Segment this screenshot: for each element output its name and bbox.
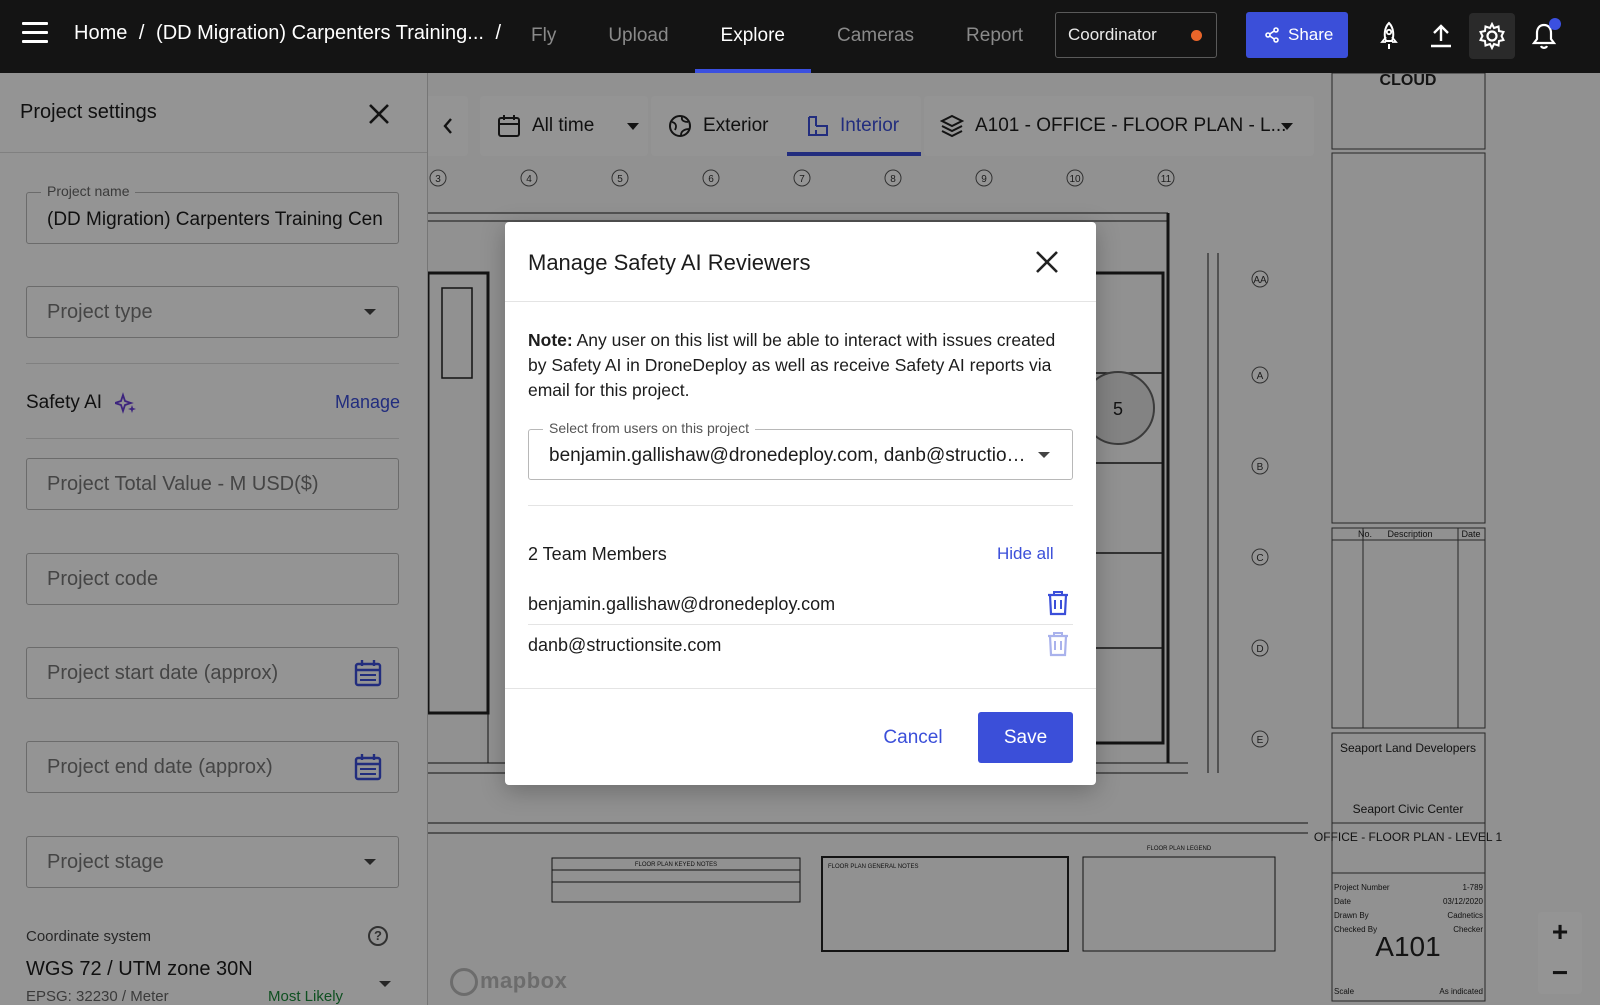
tab-report[interactable]: Report	[940, 0, 1049, 73]
breadcrumb-separator: /	[138, 22, 145, 44]
team-member-count: 2 Team Members	[528, 544, 667, 564]
member-email: benjamin.gallishaw@dronedeploy.com	[528, 594, 836, 614]
chevron-down-icon	[1038, 452, 1050, 458]
status-dot	[1191, 30, 1202, 41]
trash-icon[interactable]	[1046, 590, 1070, 616]
role-select[interactable]: Coordinator	[1055, 12, 1217, 58]
tab-explore[interactable]: Explore	[694, 0, 812, 73]
share-icon	[1265, 27, 1279, 43]
upload-icon[interactable]	[1418, 13, 1464, 59]
main-tabs: Fly Upload Explore Cameras Report	[505, 0, 1049, 73]
hamburger-menu-icon[interactable]	[22, 22, 48, 46]
divider	[528, 505, 1073, 506]
dialog-note: Note: Any user on this list will be able…	[528, 328, 1078, 403]
close-icon[interactable]	[1033, 248, 1061, 276]
trash-icon	[1048, 632, 1068, 657]
share-label: Share	[1288, 25, 1334, 44]
role-label: Coordinator	[1068, 25, 1157, 44]
list-item: benjamin.gallishaw@dronedeploy.com	[528, 584, 1073, 624]
dialog-title: Manage Safety AI Reviewers	[528, 250, 811, 275]
gear-icon[interactable]	[1469, 13, 1515, 59]
save-button[interactable]: Save	[978, 712, 1073, 763]
member-email: danb@structionsite.com	[528, 635, 722, 655]
breadcrumb-separator: /	[495, 22, 502, 44]
safety-ai-reviewers-dialog: Manage Safety AI Reviewers Note: Any use…	[505, 222, 1096, 785]
user-select-value: benjamin.gallishaw@dronedeploy.com, danb…	[549, 445, 1029, 466]
divider	[505, 688, 1096, 689]
breadcrumb-project[interactable]: (DD Migration) Carpenters Training...	[156, 22, 484, 44]
breadcrumb: Home / (DD Migration) Carpenters Trainin…	[74, 22, 507, 45]
hide-all-link[interactable]: Hide all	[997, 544, 1054, 564]
user-select[interactable]: Select from users on this project benjam…	[528, 420, 1073, 480]
cancel-button[interactable]: Cancel	[868, 712, 958, 763]
breadcrumb-home[interactable]: Home	[74, 22, 127, 44]
share-button[interactable]: Share	[1246, 12, 1348, 58]
tab-fly[interactable]: Fly	[505, 0, 582, 73]
user-select-label: Select from users on this project	[543, 420, 755, 436]
note-label: Note:	[528, 330, 573, 350]
tab-cameras[interactable]: Cameras	[811, 0, 940, 73]
tab-upload[interactable]: Upload	[582, 0, 694, 73]
list-item: danb@structionsite.com	[528, 625, 1073, 665]
bell-icon[interactable]	[1521, 13, 1567, 59]
rocket-icon[interactable]	[1366, 13, 1412, 59]
note-text: Any user on this list will be able to in…	[528, 330, 1056, 400]
divider	[505, 301, 1096, 302]
top-nav-bar: Home / (DD Migration) Carpenters Trainin…	[0, 0, 1600, 73]
notification-dot	[1549, 18, 1561, 30]
